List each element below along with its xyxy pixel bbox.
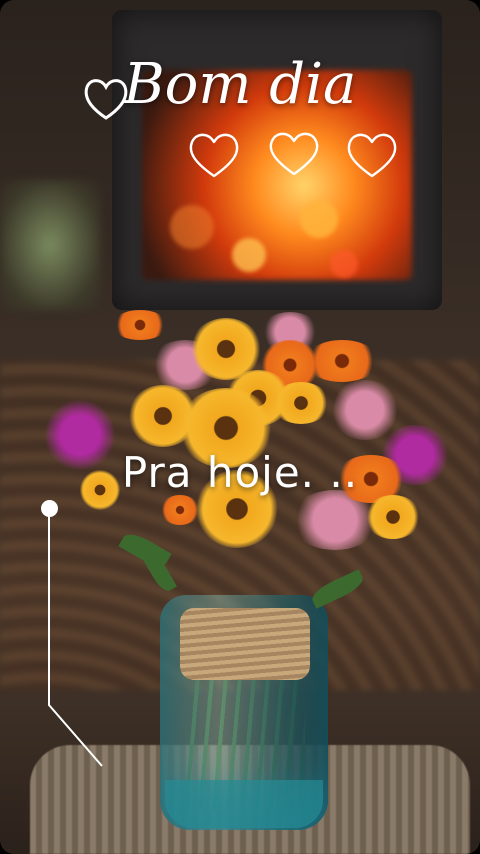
greeting-title: Bom dia [123, 52, 357, 117]
heart-icon [269, 132, 319, 176]
video-frame: Bom dia Pra hoje. .. [0, 0, 480, 854]
heart-icon [84, 79, 128, 120]
progress-line [48, 510, 103, 767]
heart-icon [347, 133, 397, 178]
subtitle-text: Pra hoje. .. [121, 448, 359, 497]
heart-icon [189, 133, 239, 178]
hearts-decoration [189, 132, 397, 178]
